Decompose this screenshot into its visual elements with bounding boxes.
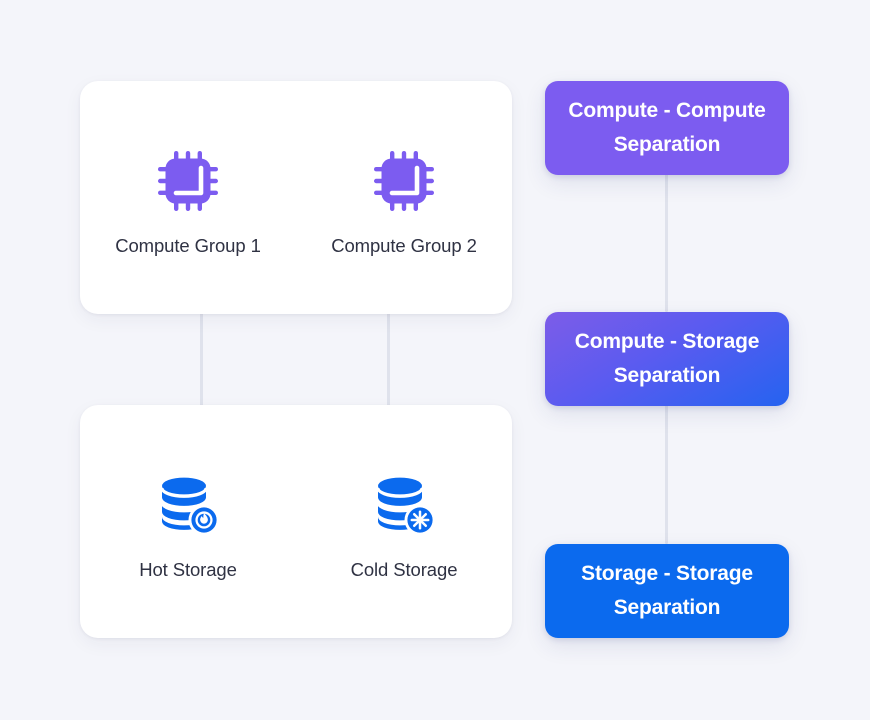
connector-concept1-to-concept2 [665, 172, 668, 312]
concept-card-compute-storage-separation[interactable]: Compute - Storage Separation [545, 312, 789, 406]
node-cold-storage[interactable]: Cold Storage [322, 463, 486, 581]
storage-node-row: Hot Storage Cold Storage [106, 463, 486, 581]
database-flame-icon [155, 463, 221, 547]
compute-group-card: Compute Group 1 Compute Group 2 [80, 81, 512, 314]
diagram-canvas: Compute Group 1 Compute Group 2 Hot Stor… [0, 0, 870, 720]
node-label: Compute Group 1 [115, 234, 261, 256]
compute-node-row: Compute Group 1 Compute Group 2 [106, 139, 486, 257]
concept-label: Storage - Storage Separation [581, 561, 753, 619]
node-label: Cold Storage [350, 558, 458, 580]
concept-label: Compute - Compute Separation [568, 98, 766, 156]
connector-compute2-to-storage [387, 312, 390, 408]
connector-concept2-to-concept3 [665, 404, 668, 544]
node-label: Hot Storage [139, 558, 237, 580]
database-snowflake-icon [371, 463, 437, 547]
concept-card-storage-storage-separation[interactable]: Storage - Storage Separation [545, 544, 789, 638]
connector-compute1-to-storage [200, 312, 203, 408]
concept-label: Compute - Storage Separation [574, 329, 760, 387]
storage-group-card: Hot Storage Cold Storage [80, 405, 512, 638]
concept-card-compute-compute-separation[interactable]: Compute - Compute Separation [545, 81, 789, 175]
node-label: Compute Group 2 [331, 234, 477, 256]
node-compute-group-1[interactable]: Compute Group 1 [106, 139, 270, 257]
node-hot-storage[interactable]: Hot Storage [106, 463, 270, 581]
cpu-chip-icon [372, 139, 436, 223]
cpu-chip-icon [156, 139, 220, 223]
node-compute-group-2[interactable]: Compute Group 2 [322, 139, 486, 257]
